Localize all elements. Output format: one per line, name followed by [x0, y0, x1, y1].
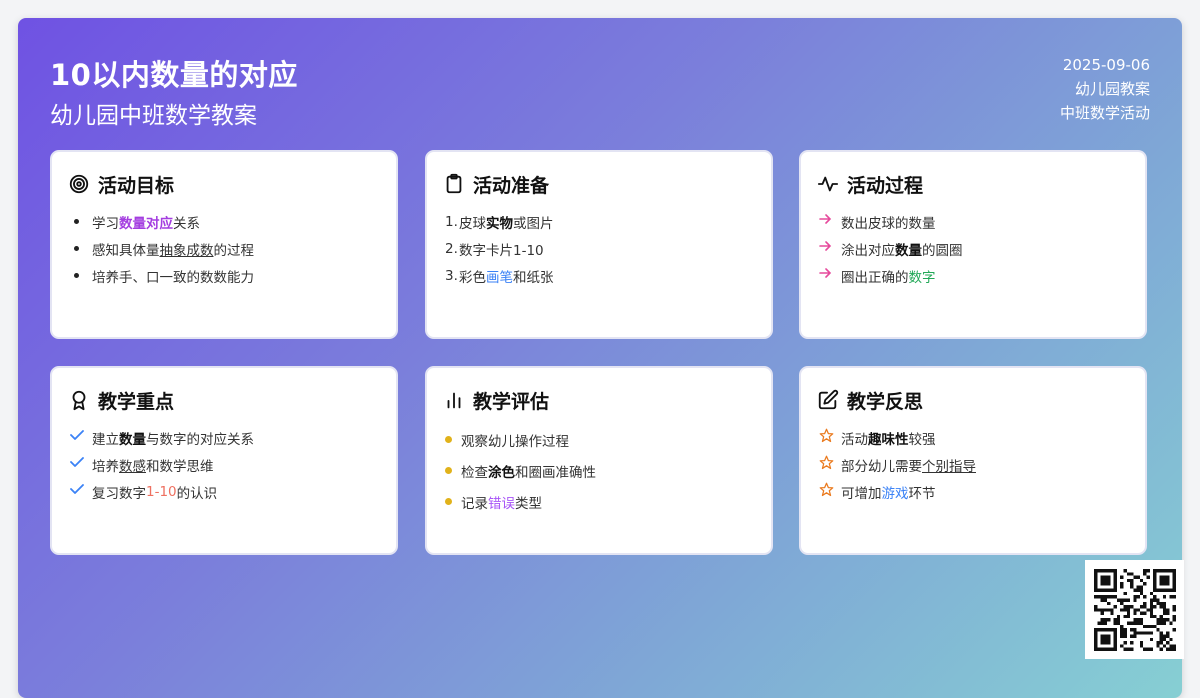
- card-focus-list: 建立 数量 与数字的对应关系 培养 数感 和数学思维 复习数字 1-10 的认识: [70, 424, 386, 505]
- list-item: 涂出对应 数量 的圆圈: [819, 235, 1135, 262]
- star-icon: [819, 455, 841, 474]
- award-ribbon-icon: [68, 389, 90, 411]
- qr-code-icon[interactable]: [1085, 560, 1184, 659]
- card-prep-list: 1. 皮球 实物 或图片 2. 数字卡片1-10 3. 彩色 画笔 和纸张: [445, 208, 761, 289]
- card-eval-list: 观察幼儿操作过程 检查 涂色 和圈画准确性 记录 错误 类型: [445, 424, 761, 517]
- card-process-list: 数出皮球的数量 涂出对应 数量 的圆圈 圈出正确的 数字: [819, 208, 1135, 289]
- list-item: 活动 趣味性 较强: [819, 424, 1135, 451]
- page-title: 10以内数量的对应: [50, 58, 298, 92]
- card-process: 活动过程 数出皮球的数量 涂出对应 数量 的圆圈 圈出正确的 数字: [799, 150, 1147, 339]
- list-item: 数出皮球的数量: [819, 208, 1135, 235]
- card-goals-list: 学习 数量对应 关系 感知具体量 抽象成数 的过程 培养手、口一致的数数能力: [70, 208, 386, 289]
- clipboard-icon: [443, 173, 465, 195]
- activity-label: 中班数学活动: [1059, 104, 1150, 122]
- target-icon: [68, 173, 90, 195]
- list-item: 观察幼儿操作过程: [445, 424, 761, 455]
- check-icon: [70, 456, 92, 473]
- card-process-title: 活动过程: [847, 174, 924, 197]
- page-subtitle: 幼儿园中班数学教案: [50, 103, 257, 129]
- list-item: 培养手、口一致的数数能力: [70, 262, 386, 289]
- list-item: 部分幼儿需要 个别指导: [819, 451, 1135, 478]
- card-eval: 教学评估 观察幼儿操作过程 检查 涂色 和圈画准确性 记录 错误 类型: [425, 366, 773, 555]
- card-process-header: 活动过程: [817, 170, 923, 198]
- card-focus-title: 教学重点: [98, 390, 175, 413]
- arrow-right-icon: [819, 213, 841, 230]
- bar-chart-icon: [443, 389, 465, 411]
- card-goals-header: 活动目标: [68, 170, 174, 198]
- card-goals: 活动目标 学习 数量对应 关系 感知具体量 抽象成数 的过程 培养手、口一致的数数能力: [50, 150, 398, 339]
- activity-pulse-icon: [817, 173, 839, 195]
- slide-canvas: 10以内数量的对应 幼儿园中班数学教案 2025-09-06 幼儿园教案 中班数…: [18, 18, 1182, 698]
- arrow-right-icon: [819, 240, 841, 257]
- card-goals-title: 活动目标: [98, 174, 175, 197]
- list-item: 培养 数感 和数学思维: [70, 451, 386, 478]
- card-prep-header: 活动准备: [443, 170, 549, 198]
- card-focus-header: 教学重点: [68, 386, 174, 414]
- list-item: 复习数字 1-10 的认识: [70, 478, 386, 505]
- card-eval-header: 教学评估: [443, 386, 549, 414]
- card-reflect-title: 教学反思: [847, 390, 924, 413]
- card-reflect-header: 教学反思: [817, 386, 923, 414]
- list-item: 1. 皮球 实物 或图片: [445, 213, 554, 232]
- list-item: 建立 数量 与数字的对应关系: [70, 424, 386, 451]
- date-label: 2025-09-06: [1062, 56, 1150, 74]
- category-label: 幼儿园教案: [1074, 80, 1150, 98]
- list-item: 2. 数字卡片1-10: [445, 240, 544, 259]
- card-eval-title: 教学评估: [473, 390, 550, 413]
- list-item: 可增加 游戏 环节: [819, 478, 1135, 505]
- list-item: 学习 数量对应 关系: [70, 208, 386, 235]
- card-focus: 教学重点 建立 数量 与数字的对应关系 培养 数感 和数学思维 复习数字 1-10 的认识: [50, 366, 398, 555]
- list-item: 感知具体量 抽象成数 的过程: [70, 235, 386, 262]
- card-reflect: 教学反思 活动 趣味性 较强 部分幼儿需要 个别指导 可增加 游戏 环节: [799, 366, 1147, 555]
- arrow-right-icon: [819, 267, 841, 284]
- check-icon: [70, 483, 92, 500]
- list-item: 记录 错误 类型: [445, 486, 761, 517]
- list-item: 圈出正确的 数字: [819, 262, 1135, 289]
- card-prep-title: 活动准备: [473, 174, 550, 197]
- header-meta: 2025-09-06 幼儿园教案 中班数学活动: [1060, 53, 1150, 125]
- star-icon: [819, 428, 841, 447]
- edit-icon: [817, 389, 839, 411]
- star-icon: [819, 482, 841, 501]
- list-item: 检查 涂色 和圈画准确性: [445, 455, 761, 486]
- card-prep: 活动准备 1. 皮球 实物 或图片 2. 数字卡片1-10 3. 彩色 画笔 和纸张: [425, 150, 773, 339]
- list-item: 3. 彩色 画笔 和纸张: [445, 267, 554, 286]
- check-icon: [70, 429, 92, 446]
- card-reflect-list: 活动 趣味性 较强 部分幼儿需要 个别指导 可增加 游戏 环节: [819, 424, 1135, 505]
